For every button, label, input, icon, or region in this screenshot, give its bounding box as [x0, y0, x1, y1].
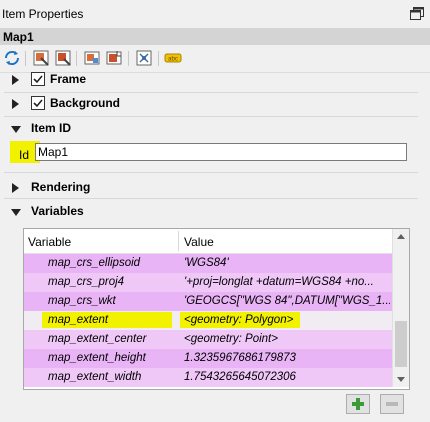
variable-value: 'WGS84' [184, 257, 229, 269]
column-separator [178, 231, 179, 251]
atlas-icon[interactable] [83, 49, 101, 67]
toolbar-separator [25, 51, 26, 66]
panel-title: Item Properties [2, 7, 84, 21]
variable-name: map_extent_height [48, 352, 146, 364]
scroll-thumb[interactable] [395, 321, 407, 367]
variable-value: <geometry: Polygon> [184, 314, 294, 326]
plus-icon [352, 398, 364, 410]
table-row[interactable]: map_extent_width 1.7543265645072306 [24, 368, 392, 387]
section-background[interactable]: Background [0, 93, 422, 115]
table-row[interactable]: map_crs_wkt 'GEOGCS["WGS 84",DATUM["WGS_… [24, 292, 392, 311]
variables-table: Variable Value map_crs_ellipsoid 'WGS84'… [23, 228, 410, 390]
item-id-label: Item ID [31, 121, 72, 135]
expand-arrow-icon[interactable] [12, 99, 19, 109]
variable-name: map_extent_center [48, 333, 147, 345]
panel-title-bar: Item Properties [0, 0, 430, 28]
section-rendering[interactable]: Rendering [0, 177, 422, 199]
export-icon[interactable] [105, 49, 123, 67]
id-input[interactable] [35, 143, 407, 161]
collapse-arrow-icon[interactable] [11, 126, 21, 133]
variable-value: 1.7543265645072306 [184, 371, 296, 383]
variable-value: 'GEOGCS["WGS 84",DATUM["WGS_1... [184, 295, 390, 307]
table-row[interactable]: map_crs_proj4 '+proj=longlat +datum=WGS8… [24, 273, 392, 292]
section-frame[interactable]: Frame [0, 69, 422, 91]
grid-icon[interactable] [135, 49, 153, 67]
expand-arrow-icon[interactable] [12, 75, 19, 85]
remove-variable-button[interactable] [380, 394, 404, 414]
variables-label: Variables [31, 204, 84, 218]
style-icon[interactable] [32, 49, 50, 67]
divider [4, 116, 418, 117]
id-label: Id [19, 148, 30, 162]
background-checkbox[interactable] [31, 96, 45, 110]
item-name: Map1 [3, 30, 34, 44]
scroll-down-icon[interactable] [397, 377, 405, 382]
add-variable-button[interactable] [346, 394, 370, 414]
toolbar-separator [158, 51, 159, 66]
item-name-bar: Map1 [0, 28, 430, 45]
divider [4, 172, 418, 173]
variable-name: map_crs_ellipsoid [48, 257, 141, 269]
edit-style-icon[interactable] [54, 49, 72, 67]
variable-name: map_crs_proj4 [48, 276, 125, 288]
svg-text:abc: abc [168, 57, 178, 63]
expand-arrow-icon[interactable] [12, 183, 19, 193]
column-header-value[interactable]: Value [184, 235, 214, 249]
frame-checkbox[interactable] [31, 72, 45, 86]
label-icon[interactable]: abc [164, 49, 182, 67]
table-header: Variable Value [24, 229, 392, 254]
scroll-up-icon[interactable] [397, 234, 405, 239]
toolbar-separator [76, 51, 77, 66]
variable-name: map_extent [48, 314, 109, 326]
section-variables[interactable]: Variables [0, 201, 422, 223]
section-item-id[interactable]: Item ID [0, 118, 422, 140]
variable-value: 1.3235967686179873 [184, 352, 296, 364]
divider [4, 198, 418, 199]
rendering-label: Rendering [31, 180, 91, 194]
background-label: Background [50, 96, 121, 110]
minus-icon [386, 402, 398, 406]
variable-value: '+proj=longlat +datum=WGS84 +no... [184, 276, 374, 288]
table-row[interactable]: map_crs_ellipsoid 'WGS84' [24, 254, 392, 273]
frame-label: Frame [50, 72, 87, 86]
refresh-icon[interactable] [3, 49, 21, 67]
variable-name: map_crs_wkt [48, 295, 116, 307]
toolbar-separator [128, 51, 129, 66]
variable-name: map_extent_width [48, 371, 142, 383]
column-header-variable[interactable]: Variable [28, 235, 71, 249]
variable-value: <geometry: Point> [184, 333, 278, 345]
float-panel-icon[interactable] [410, 7, 424, 20]
table-row[interactable]: map_extent_height 1.3235967686179873 [24, 349, 392, 368]
table-row[interactable]: map_extent_center <geometry: Point> [24, 330, 392, 349]
collapse-arrow-icon[interactable] [11, 209, 21, 216]
table-row[interactable]: map_extent <geometry: Polygon> [24, 311, 392, 330]
vertical-scrollbar[interactable] [392, 229, 409, 387]
